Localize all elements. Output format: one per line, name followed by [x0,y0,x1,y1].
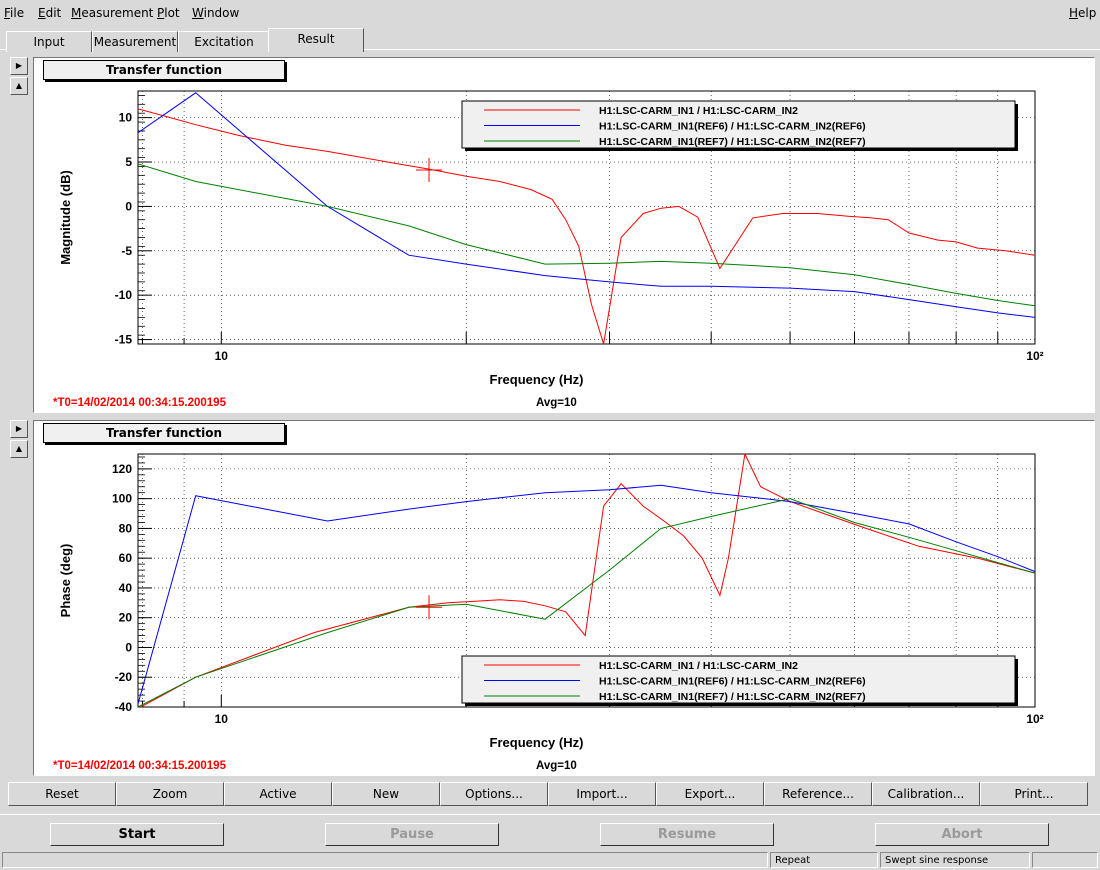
status-mode: Repeat [770,852,878,868]
menu-bar: File Edit Measurement Plot Window Help [0,0,1100,26]
menu-edit[interactable]: Edit [38,6,61,20]
menu-window[interactable]: Window [192,6,239,20]
calibration-button[interactable]: Calibration... [872,782,980,806]
y-axis-label: Magnitude (dB) [58,170,73,265]
menu-plot[interactable]: Plot [157,6,180,20]
reset-button[interactable]: Reset [8,782,116,806]
magnitude-chart[interactable]: -15 -10 -5 0 5 10 10 10² Frequency (Hz) Magnitude… [33,57,1093,411]
expand-right-button[interactable]: ▶ [10,420,28,438]
zoom-button[interactable]: Zoom [116,782,224,806]
collapse-up-button[interactable]: ▲ [10,440,28,458]
expand-right-button[interactable]: ▶ [10,57,28,75]
phase-chart[interactable]: -40 -20 0 20 40 60 80 100 120 10 10² Frequency (Hz)… [33,420,1093,774]
y-tick-label: 40 [119,581,133,595]
print-button[interactable]: Print... [980,782,1088,806]
status-message [2,852,768,868]
status-measurement: Swept sine response [880,852,1030,868]
x-tick-label: 10 [215,349,229,363]
tab-measurement[interactable]: Measurement [92,31,178,52]
y-tick-label: 0 [125,640,132,654]
y-tick-label: 120 [112,462,132,476]
export-button[interactable]: Export... [656,782,764,806]
y-tick-label: 20 [119,611,133,625]
y-tick-label: -40 [115,700,133,714]
y-tick-label: -20 [115,670,133,684]
resume-button[interactable]: Resume [600,823,774,846]
legend-entry: H1:LSC-CARM_IN1 / H1:LSC-CARM_IN2 [599,105,798,117]
x-axis-label: Frequency (Hz) [490,735,584,750]
pause-button[interactable]: Pause [325,823,499,846]
collapse-up-button[interactable]: ▲ [10,77,28,95]
legend-entry: H1:LSC-CARM_IN1(REF7) / H1:LSC-CARM_IN2(… [599,136,866,148]
new-button[interactable]: New [332,782,440,806]
series-line-3 [138,163,1035,307]
x-tick-label: 10² [1026,349,1043,363]
status-extra [1032,852,1098,868]
legend-entry: H1:LSC-CARM_IN1(REF6) / H1:LSC-CARM_IN2(… [599,676,866,688]
start-button[interactable]: Start [50,823,224,846]
tab-input[interactable]: Input [6,31,92,52]
reference-button[interactable]: Reference... [764,782,872,806]
x-tick-label: 10 [215,712,229,726]
options-button[interactable]: Options... [440,782,548,806]
y-tick-label: 5 [125,155,132,169]
y-tick-label: 0 [125,199,132,213]
legend: H1:LSC-CARM_IN1 / H1:LSC-CARM_IN2 H1:LSC-… [461,100,1018,151]
y-tick-label: 100 [112,492,132,506]
y-tick-label: 10 [119,111,133,125]
y-tick-label: 80 [119,521,133,535]
tab-result[interactable]: Result [268,28,364,52]
menu-help[interactable]: Help [1069,6,1096,20]
average-count-label: Avg=10 [536,760,577,772]
y-tick-label: 60 [119,551,133,565]
separator [0,814,1100,815]
menu-file[interactable]: File [4,6,24,20]
x-tick-label: 10² [1026,712,1043,726]
y-tick-label: -10 [115,288,133,302]
timestamp-label: *T0=14/02/2014 00:34:15.200195 [53,397,227,409]
abort-button[interactable]: Abort [875,823,1049,846]
y-tick-label: -5 [121,244,132,258]
y-tick-label: -15 [115,333,133,347]
menu-measurement[interactable]: Measurement [71,6,153,20]
legend-entry: H1:LSC-CARM_IN1 / H1:LSC-CARM_IN2 [599,660,798,672]
timestamp-label: *T0=14/02/2014 00:34:15.200195 [53,760,227,772]
legend-entry: H1:LSC-CARM_IN1(REF7) / H1:LSC-CARM_IN2(… [599,691,866,703]
average-count-label: Avg=10 [536,397,577,409]
active-button[interactable]: Active [224,782,332,806]
x-axis-label: Frequency (Hz) [490,372,584,387]
tab-excitation[interactable]: Excitation [178,31,270,52]
y-axis-label: Phase (deg) [58,544,73,618]
legend-entry: H1:LSC-CARM_IN1(REF6) / H1:LSC-CARM_IN2(… [599,121,866,133]
import-button[interactable]: Import... [548,782,656,806]
legend: H1:LSC-CARM_IN1 / H1:LSC-CARM_IN2 H1:LSC-… [461,655,1018,706]
